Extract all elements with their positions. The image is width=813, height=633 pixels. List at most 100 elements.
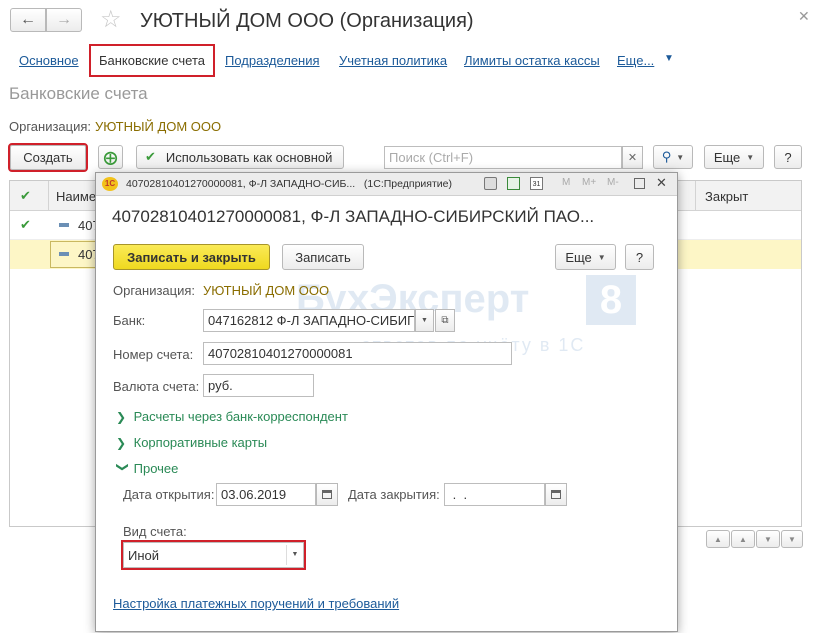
arrow-left-icon: ← (20, 11, 36, 28)
star-icon[interactable]: ☆ (100, 5, 122, 34)
group-corporate-cards-label: Корпоративные карты (133, 435, 268, 450)
close-date-label: Дата закрытия: (348, 487, 440, 502)
search-clear-button[interactable]: ✕ (622, 146, 643, 169)
print-icon[interactable] (484, 177, 497, 190)
scroll-down-icon: ▼ (764, 534, 772, 544)
dialog-more-button[interactable]: Еще ▼ (555, 244, 616, 270)
tab-more-dropdown-icon[interactable]: ▼ (664, 53, 674, 64)
dialog-more-label: Еще (565, 249, 592, 265)
dialog-heading: 40702810401270000081, Ф-Л ЗАПАДНО-СИБИРС… (112, 207, 595, 226)
table-icon[interactable] (507, 177, 520, 190)
bank-field[interactable]: 047162812 Ф-Л ЗАПАДНО-СИБИГ (203, 309, 415, 332)
scroll-first-button[interactable]: ▲ (706, 530, 730, 548)
list-more-dropdown-icon: ▼ (746, 152, 755, 162)
dialog-help-button[interactable]: ? (625, 244, 654, 270)
copy-button[interactable]: ⨁ (98, 145, 123, 169)
scroll-last-button[interactable]: ▼ (781, 530, 803, 548)
open-link-icon: ⧉ (441, 315, 449, 326)
save-and-close-button[interactable]: Записать и закрыть (113, 244, 270, 270)
dialog-help-label: ? (635, 249, 644, 265)
list-org-label: Организация: (9, 119, 92, 134)
memory-mplus-button[interactable]: M+ (582, 177, 596, 188)
calendar-icon[interactable]: 31 (530, 177, 543, 190)
currency-label: Валюта счета: (113, 379, 200, 394)
scroll-up-icon: ▲ (739, 534, 747, 544)
calendar-icon (551, 490, 561, 499)
account-type-dropdown-icon[interactable]: ▼ (286, 545, 303, 565)
scroll-top-icon: ▲ (714, 534, 722, 544)
watermark-digit: 8 (586, 275, 636, 325)
scroll-down-button[interactable]: ▼ (756, 530, 780, 548)
memory-mminus-button[interactable]: M- (607, 177, 619, 188)
search-dropdown-icon: ▼ (676, 152, 685, 162)
search-input[interactable]: Поиск (Ctrl+F) (384, 146, 622, 169)
dialog-org-value[interactable]: УЮТНЫЙ ДОМ ООО (203, 283, 329, 298)
open-date-calendar-button[interactable] (316, 483, 338, 506)
dialog-close-icon[interactable]: ✕ (656, 175, 667, 191)
account-number-field[interactable]: 40702810401270000081 (203, 342, 512, 365)
currency-value: руб. (208, 378, 233, 393)
bank-open-button[interactable]: ⧉ (435, 309, 455, 332)
header-closed[interactable]: Закрыт (705, 189, 748, 204)
list-help-label: ? (784, 149, 792, 165)
bank-dropdown-button[interactable]: ▼ (415, 309, 434, 332)
group-other[interactable]: ❯ Прочее (116, 461, 178, 476)
tab-bank-accounts-label: Банковские счета (98, 53, 206, 68)
chevron-down-icon: ❯ (116, 462, 130, 473)
tab-accounting-policy[interactable]: Учетная политика (339, 53, 447, 68)
list-title: Банковские счета (9, 84, 148, 103)
bank-dropdown-icon: ▼ (421, 317, 428, 324)
create-button[interactable]: Создать (8, 143, 88, 172)
chevron-right-icon: ❯ (116, 436, 127, 450)
group-other-label: Прочее (133, 461, 179, 476)
memory-m-button[interactable]: M (562, 177, 570, 188)
use-as-main-label: Использовать как основной (165, 149, 333, 165)
scroll-bottom-icon: ▼ (788, 534, 796, 544)
payment-settings-link[interactable]: Настройка платежных поручений и требован… (113, 596, 399, 611)
account-type-select[interactable]: Иной ▼ (121, 540, 306, 570)
tab-bank-accounts[interactable]: Банковские счета (89, 44, 215, 77)
header-check-icon: ✔ (20, 188, 31, 203)
forward-button[interactable]: → (46, 8, 82, 32)
row-account-icon (59, 252, 69, 256)
bank-value: 047162812 Ф-Л ЗАПАДНО-СИБИГ (208, 313, 415, 328)
account-number-label: Номер счета: (113, 347, 194, 362)
save-button[interactable]: Записать (282, 244, 364, 270)
group-corporate-cards[interactable]: ❯ Корпоративные карты (116, 435, 267, 450)
account-type-value: Иной (128, 548, 160, 563)
bank-label: Банк: (113, 313, 146, 328)
tab-subdivisions[interactable]: Подразделения (225, 53, 320, 68)
maximize-icon[interactable] (634, 178, 645, 189)
list-more-label: Еще (713, 149, 741, 165)
close-date-value: . . (449, 487, 468, 502)
list-more-button[interactable]: Еще ▼ (704, 145, 764, 169)
check-icon: ✔ (145, 149, 156, 164)
search-button[interactable]: ⚲ ▼ (653, 145, 693, 169)
tab-cash-limits[interactable]: Лимиты остатка кассы (464, 53, 600, 68)
close-date-calendar-button[interactable] (545, 483, 567, 506)
group-correspondent-bank[interactable]: ❯ Расчеты через банк-корреспондент (116, 409, 348, 424)
use-as-main-button[interactable]: ✔ Использовать как основной (136, 145, 344, 169)
clear-icon: ✕ (627, 152, 638, 164)
header-name[interactable]: Наиме (56, 189, 96, 204)
close-date-field[interactable]: . . (444, 483, 545, 506)
dialog-titlebar[interactable]: 1С 40702810401270000081, Ф-Л ЗАПАДНО-СИБ… (96, 173, 677, 196)
scroll-up-button[interactable]: ▲ (731, 530, 755, 548)
tab-more[interactable]: Еще... (617, 53, 654, 68)
arrow-right-icon: → (56, 11, 72, 28)
dialog-more-dropdown-icon: ▼ (597, 252, 606, 262)
header-divider (695, 181, 696, 211)
list-help-button[interactable]: ? (774, 145, 802, 169)
search-icon: ⚲ (661, 149, 672, 164)
currency-field[interactable]: руб. (203, 374, 314, 397)
1c-logo-icon: 1С (102, 177, 118, 191)
dialog-titlebar-text: 40702810401270000081, Ф-Л ЗАПАДНО-СИБ...… (126, 178, 452, 190)
calendar-icon (322, 490, 332, 499)
back-button[interactable]: ← (10, 8, 46, 32)
list-org-value[interactable]: УЮТНЫЙ ДОМ ООО (95, 119, 221, 134)
open-date-field[interactable]: 03.06.2019 (216, 483, 316, 506)
account-type-label: Вид счета: (123, 524, 187, 539)
chevron-right-icon: ❯ (116, 410, 127, 424)
window-close-icon[interactable]: ✕ (798, 8, 810, 25)
tab-osnovnoe[interactable]: Основное (19, 53, 79, 68)
